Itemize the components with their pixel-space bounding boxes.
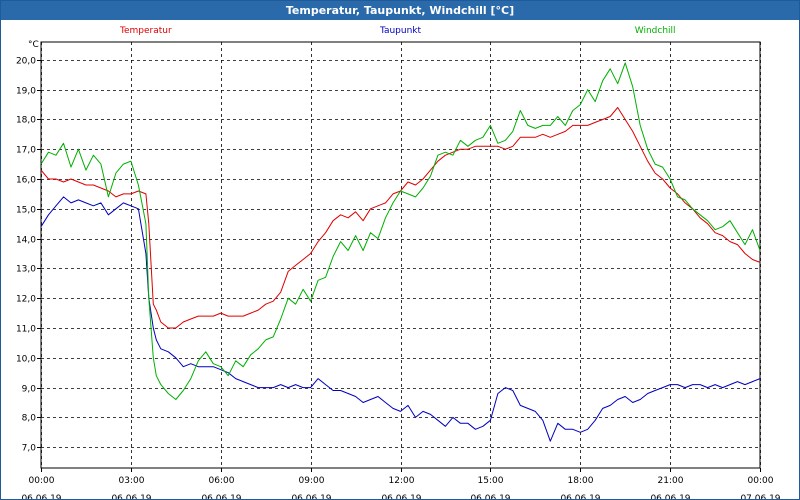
chart-window: Temperatur, Taupunkt, Windchill [°C] 7,0… — [0, 0, 800, 500]
x-tick-time: 00:00 — [29, 476, 55, 486]
y-tick-label: 15,0 — [16, 206, 36, 216]
x-tick-date: 06.06.19 — [111, 494, 151, 499]
window-title: Temperatur, Taupunkt, Windchill [°C] — [1, 1, 799, 20]
y-tick-label: 9,0 — [22, 385, 37, 395]
y-tick-label: 13,0 — [16, 265, 36, 275]
y-tick-label: 12,0 — [16, 295, 36, 305]
x-tick-time: 00:00 — [748, 476, 774, 486]
chart-canvas: 7,0 8,0 9,0 10,0 11,0 12,0 13,0 14,0 15,0 16,0 17,… — [16, 26, 781, 499]
x-tick-time: 03:00 — [119, 476, 145, 486]
y-tick-label: 20,0 — [16, 57, 36, 67]
x-tick-time: 21:00 — [658, 476, 684, 486]
x-tick-date: 06.06.19 — [201, 494, 241, 499]
y-tick-label: 17,0 — [16, 146, 36, 156]
legend-temperatur: Temperatur — [119, 26, 172, 36]
x-tick-date: 06.06.19 — [291, 494, 331, 499]
y-tick-label: 19,0 — [16, 87, 36, 97]
x-tick-date: 06.06.19 — [21, 494, 61, 499]
legend-windchill: Windchill — [635, 26, 676, 36]
x-tick-date: 06.06.19 — [650, 494, 690, 499]
x-tick-time: 12:00 — [389, 476, 415, 486]
y-tick-label: 10,0 — [16, 355, 36, 365]
x-tick-date: 06.06.19 — [560, 494, 600, 499]
legend-taupunkt: Taupunkt — [379, 26, 422, 36]
plot-area — [40, 41, 761, 469]
y-tick-label: 18,0 — [16, 116, 36, 126]
x-tick-date: 06.06.19 — [381, 494, 421, 499]
x-tick-time: 09:00 — [299, 476, 325, 486]
x-tick-time: 15:00 — [478, 476, 504, 486]
x-tick-time: 06:00 — [209, 476, 235, 486]
x-tick-time: 18:00 — [568, 476, 594, 486]
y-tick-label: 14,0 — [16, 236, 36, 246]
x-tick-date: 07.06.19 — [740, 494, 780, 499]
x-tick-date: 06.06.19 — [470, 494, 510, 499]
y-tick-label: 8,0 — [22, 414, 37, 424]
y-tick-label: 11,0 — [16, 325, 36, 335]
y-axis-label: °C — [28, 40, 39, 50]
y-tick-label: 16,0 — [16, 176, 36, 186]
y-tick-label: 7,0 — [22, 444, 37, 454]
